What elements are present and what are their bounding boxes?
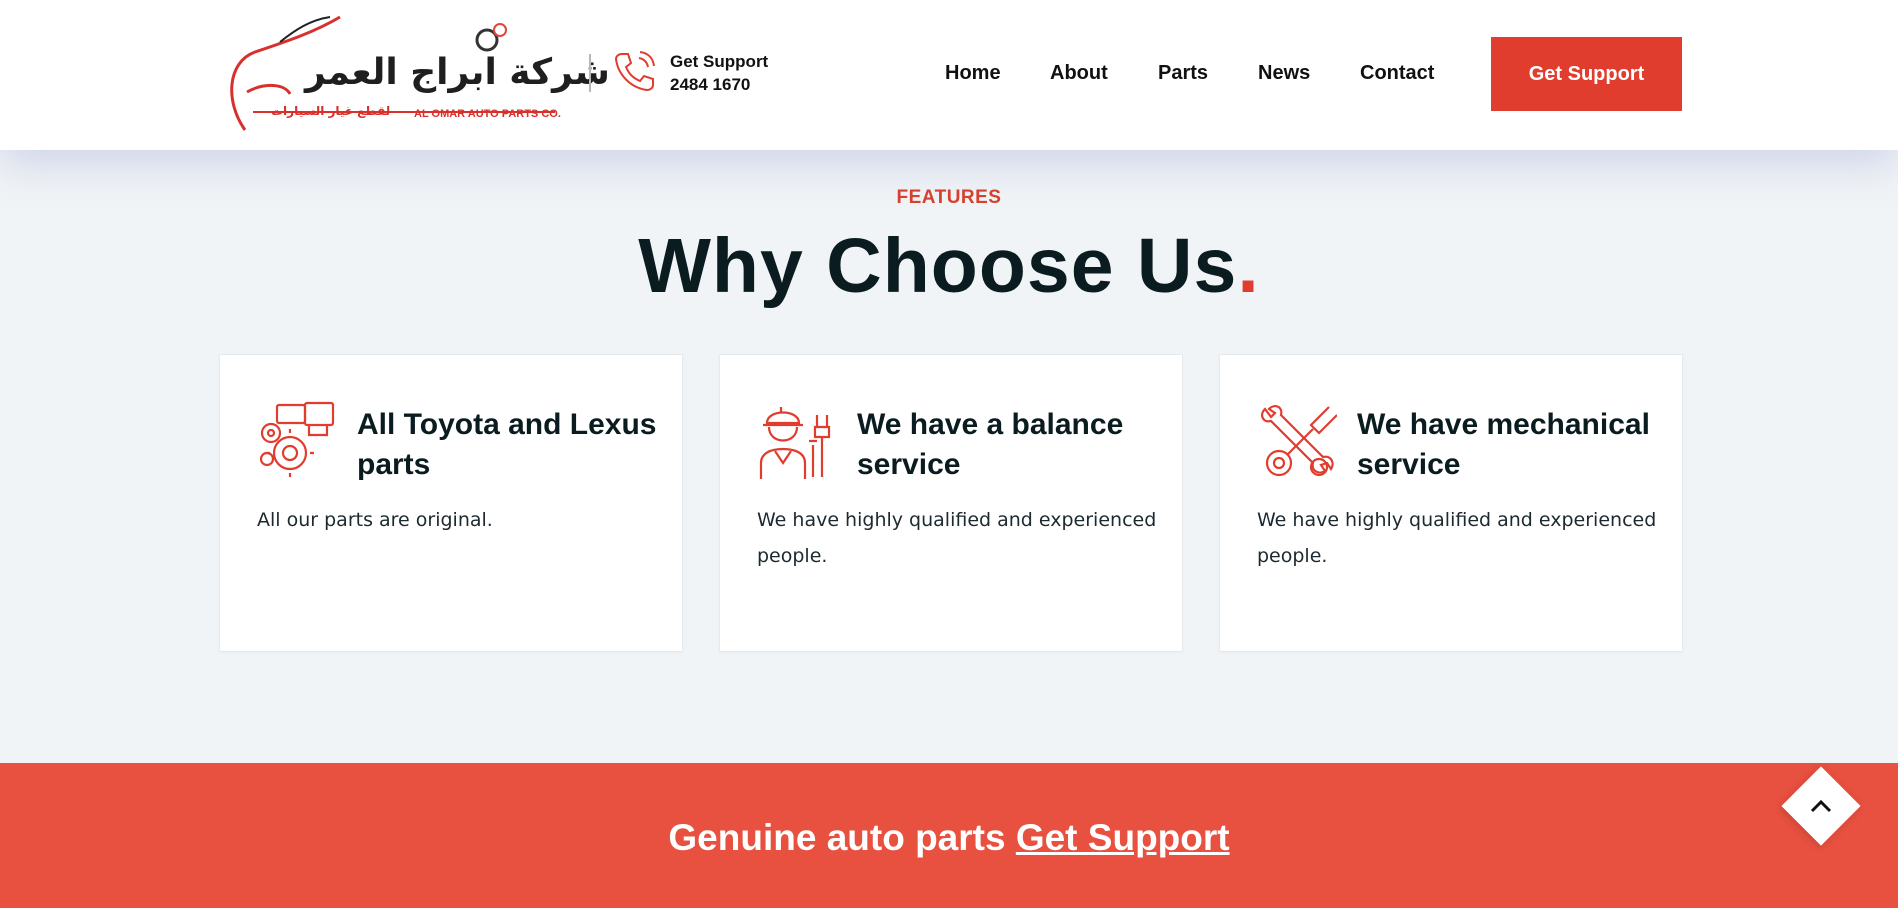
logo-arabic-name: شركة ابراج العمر	[305, 52, 611, 93]
site-header: شركة ابراج العمر لقطع غيار السيارات AL O…	[0, 0, 1898, 150]
support-label: Get Support	[670, 52, 769, 71]
banner-headline: Genuine auto parts	[668, 817, 1006, 858]
logo-arabic-tagline: لقطع غيار السيارات	[271, 104, 391, 118]
feature-text: We have highly qualified and experienced…	[1257, 509, 1657, 567]
section-title: Why Choose Us.	[0, 222, 1898, 311]
nav-contact[interactable]: Contact	[1360, 62, 1434, 85]
nav-about[interactable]: About	[1050, 62, 1108, 85]
get-support-button[interactable]: Get Support	[1491, 37, 1682, 111]
feature-card-balance-service: We have a balance service We have highly…	[719, 354, 1183, 652]
feature-text: All our parts are original.	[257, 509, 493, 531]
banner-get-support-link[interactable]: Get Support	[1016, 817, 1230, 858]
feature-text: We have highly qualified and experienced…	[757, 509, 1157, 567]
feature-title: We have mechanical service	[1357, 408, 1650, 481]
nav-news[interactable]: News	[1258, 62, 1310, 85]
logo-english-name: AL OMAR AUTO PARTS CO.	[414, 108, 561, 120]
phone-icon	[614, 51, 655, 92]
support-phone-number[interactable]: 2484 1670	[670, 75, 750, 95]
banner-text: Genuine auto parts Get Support	[0, 817, 1898, 859]
nav-home[interactable]: Home	[945, 62, 1001, 85]
section-title-text: Why Choose Us	[638, 223, 1238, 309]
company-logo[interactable]: شركة ابراج العمر لقطع غيار السيارات AL O…	[225, 12, 611, 136]
mechanic-worker-icon	[759, 407, 831, 479]
crossed-tools-icon	[1261, 405, 1337, 477]
feature-title: All Toyota and Lexus parts	[357, 408, 657, 481]
feature-title: We have a balance service	[857, 408, 1124, 481]
cta-banner: Genuine auto parts Get Support	[0, 763, 1898, 908]
title-accent-dot: .	[1237, 223, 1260, 309]
engine-gears-icon	[259, 401, 335, 477]
feature-card-toyota-lexus: All Toyota and Lexus parts All our parts…	[219, 354, 683, 652]
nav-parts[interactable]: Parts	[1158, 62, 1208, 85]
feature-card-mechanical-service: We have mechanical service We have highl…	[1219, 354, 1683, 652]
chevron-up-icon	[1810, 799, 1832, 813]
section-eyebrow: FEATURES	[896, 187, 1002, 208]
header-divider	[589, 54, 591, 92]
